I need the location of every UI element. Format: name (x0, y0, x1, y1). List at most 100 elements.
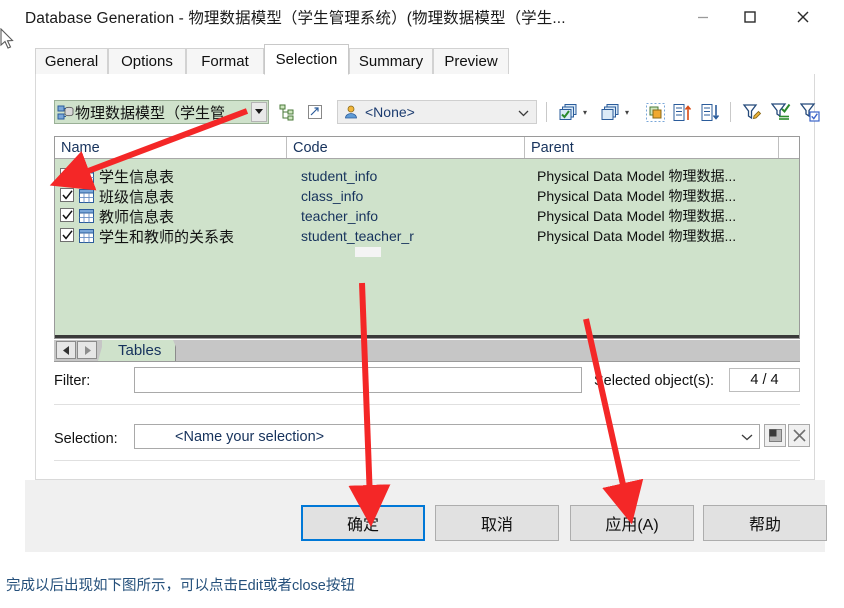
table-row[interactable]: 班级信息表 class_info Physical Data Model 物理数… (55, 186, 799, 206)
page-caption: 完成以后出现如下图所示，可以点击Edit或者close按钮 (6, 578, 355, 594)
row-code: student_info (301, 168, 378, 184)
delete-selection-button[interactable] (788, 424, 810, 447)
tab-general[interactable]: General (35, 48, 108, 74)
model-combo[interactable]: 物理数据模型（学生管 (54, 100, 269, 124)
check-icon (61, 170, 73, 180)
tab-selection[interactable]: Selection (264, 44, 349, 75)
tab-preview[interactable]: Preview (433, 48, 509, 74)
filter-apply-button[interactable] (770, 101, 792, 123)
table-row[interactable]: 学生信息表 student_info Physical Data Model 物… (55, 166, 799, 186)
selection-toolbar: 物理数据模型（学生管 <None> ▾ ▾ (54, 100, 820, 126)
table-row[interactable]: 学生和教师的关系表 student_teacher_r Physical Dat… (55, 226, 799, 246)
sort-ascending-icon (673, 103, 691, 121)
column-header-code[interactable]: Code (287, 137, 525, 158)
save-selection-icon (768, 429, 782, 442)
filter-check-button[interactable] (799, 101, 821, 123)
row-parent: Physical Data Model 物理数据... (537, 168, 737, 184)
help-button[interactable]: 帮助 (703, 505, 827, 541)
edit-cell-highlight (355, 247, 381, 257)
invert-selection-icon (645, 102, 665, 122)
selection-combo[interactable]: <Name your selection> (134, 424, 760, 449)
dialog-footer: 确定 取消 应用(A) 帮助 (25, 480, 827, 552)
check-icon (61, 210, 73, 220)
close-button[interactable] (780, 0, 826, 34)
selected-objects-count: 4 / 4 (729, 368, 800, 392)
column-header-name[interactable]: Name (55, 137, 287, 158)
filter-edit-icon (742, 104, 762, 120)
apply-button[interactable]: 应用(A) (570, 505, 694, 541)
row-code: student_teacher_r (301, 228, 414, 244)
check-icon (61, 230, 73, 240)
select-all-button[interactable] (557, 101, 579, 123)
tab-options[interactable]: Options (108, 48, 186, 74)
sort-ascending-button[interactable] (671, 101, 693, 123)
column-header-parent[interactable]: Parent (525, 137, 779, 158)
maximize-icon (744, 11, 756, 23)
selection-tab-panel: 物理数据模型（学生管 <None> ▾ ▾ Name Code Parent 学… (35, 74, 820, 480)
sort-descending-icon (701, 103, 719, 121)
close-icon (797, 11, 809, 23)
row-parent: Physical Data Model 物理数据... (537, 228, 737, 244)
chevron-down-icon (741, 434, 753, 440)
filter-label: Filter: (54, 373, 91, 389)
column-header-spacer (779, 137, 801, 158)
window-title: Database Generation - 物理数据模型（学生管理系统）(物理数… (25, 10, 566, 27)
owner-combo[interactable]: <None> (337, 100, 537, 124)
row-name: 学生信息表 (99, 168, 175, 186)
row-code: teacher_info (301, 208, 379, 224)
expand-button[interactable] (304, 101, 326, 123)
model-combo-arrow[interactable] (251, 102, 267, 122)
sort-descending-button[interactable] (699, 101, 721, 123)
tab-summary[interactable]: Summary (349, 48, 433, 74)
page-tabs-prev-button[interactable] (56, 341, 76, 359)
select-all-dropdown[interactable]: ▾ (580, 106, 590, 118)
invert-selection-button[interactable] (644, 101, 666, 123)
row-code: class_info (301, 188, 364, 204)
list-page-tabs: Tables (54, 340, 800, 362)
row-name: 学生和教师的关系表 (99, 228, 235, 246)
selection-combo-arrow[interactable] (736, 425, 758, 448)
deselect-all-button[interactable] (599, 101, 621, 123)
deselect-all-icon (601, 103, 618, 120)
cancel-button[interactable]: 取消 (435, 505, 559, 541)
filter-input[interactable] (134, 367, 582, 393)
minimize-icon (698, 16, 708, 19)
chevron-down-icon (255, 109, 263, 114)
tab-format[interactable]: Format (186, 48, 264, 74)
deselect-all-dropdown[interactable]: ▾ (622, 106, 632, 118)
row-checkbox[interactable] (60, 168, 74, 182)
row-checkbox[interactable] (60, 188, 74, 202)
expand-icon (308, 105, 322, 119)
title-bar: Database Generation - 物理数据模型（学生管理系统）(物理数… (25, 0, 825, 36)
row-checkbox[interactable] (60, 208, 74, 222)
minimize-button[interactable] (680, 0, 726, 34)
row-name: 教师信息表 (99, 208, 175, 226)
tree-view-icon (279, 104, 294, 121)
objects-list[interactable]: Name Code Parent 学生信息表 student_info Phys… (54, 136, 800, 339)
database-generation-dialog: Database Generation - 物理数据模型（学生管理系统）(物理数… (25, 0, 827, 552)
model-combo-value: 物理数据模型（学生管 (75, 104, 226, 122)
tree-view-button[interactable] (276, 101, 298, 123)
page-tabs-next-button[interactable] (77, 341, 97, 359)
table-icon (79, 229, 94, 248)
maximize-button[interactable] (727, 0, 773, 34)
save-selection-button[interactable] (764, 424, 786, 447)
owner-combo-arrow[interactable] (512, 102, 534, 124)
table-row[interactable]: 教师信息表 teacher_info Physical Data Model 物… (55, 206, 799, 226)
filter-check-icon (800, 103, 820, 122)
chevron-down-icon (518, 110, 528, 117)
mouse-cursor-icon (0, 28, 14, 49)
row-parent: Physical Data Model 物理数据... (537, 188, 737, 204)
tab-strip: General Options Format Selection Summary… (35, 44, 815, 75)
select-all-icon (559, 103, 576, 120)
user-icon (343, 104, 359, 120)
owner-value: <None> (365, 104, 415, 120)
delete-selection-icon (792, 429, 806, 442)
ok-button[interactable]: 确定 (301, 505, 425, 541)
list-bottom-divider (55, 335, 799, 338)
row-name: 班级信息表 (99, 188, 175, 206)
filter-edit-button[interactable] (741, 101, 763, 123)
row-checkbox[interactable] (60, 228, 74, 242)
page-tab-tables[interactable]: Tables (102, 340, 177, 361)
row-parent: Physical Data Model 物理数据... (537, 208, 737, 224)
